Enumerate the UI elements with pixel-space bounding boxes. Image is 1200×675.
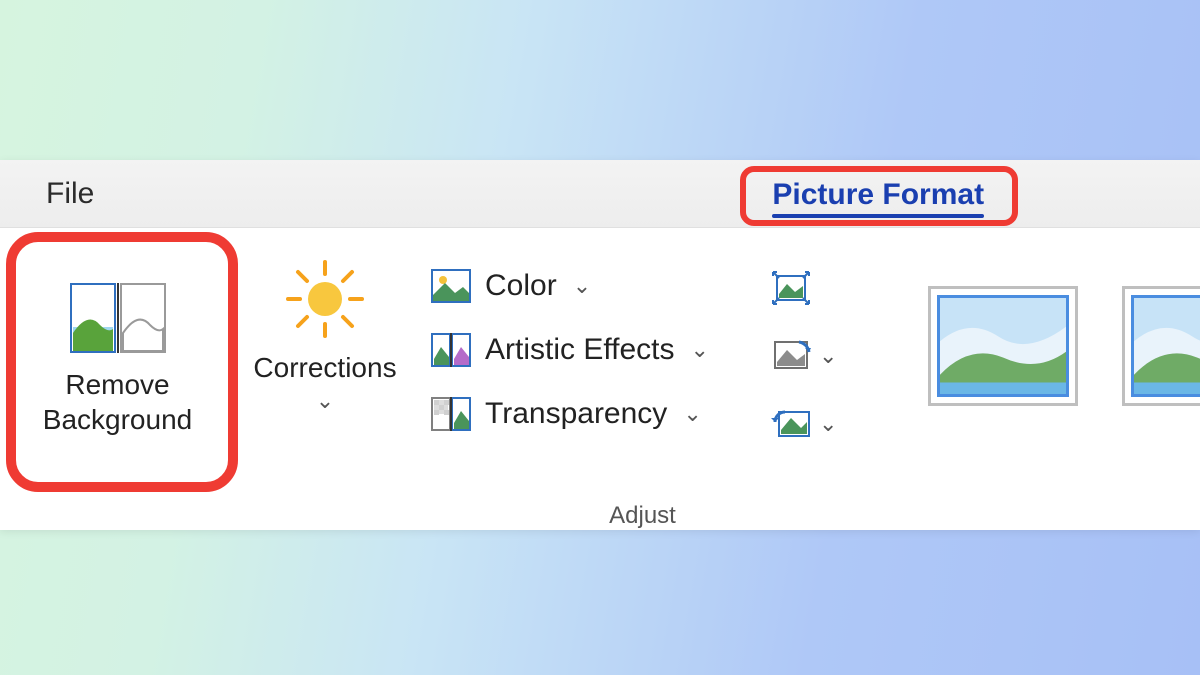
- chevron-down-icon: ⌄: [819, 343, 837, 369]
- artistic-effects-label: Artistic Effects: [485, 333, 675, 367]
- picture-color-icon: [431, 269, 471, 303]
- adjust-group-label: Adjust: [415, 502, 870, 530]
- picture-style-preview-icon: [937, 295, 1069, 397]
- chevron-down-icon: ⌄: [316, 388, 334, 414]
- reset-picture-icon: [771, 406, 811, 442]
- remove-background-label: Remove Background: [43, 367, 192, 437]
- sun-icon: [284, 258, 366, 340]
- change-picture-icon: [771, 338, 811, 374]
- picture-styles-gallery: [892, 240, 1200, 406]
- corrections-label: Corrections: [253, 352, 396, 384]
- color-button[interactable]: Color ⌄: [431, 262, 759, 310]
- group-remove-background: Remove Background: [0, 228, 235, 530]
- transparency-label: Transparency: [485, 397, 667, 431]
- chevron-down-icon: ⌄: [691, 337, 709, 363]
- ribbon-body: Remove Background: [0, 228, 1200, 530]
- picture-style-preview-icon: [1131, 295, 1200, 397]
- chevron-down-icon: ⌄: [573, 273, 591, 299]
- adjust-stack: Color ⌄ Artistic Effects ⌄: [425, 240, 765, 438]
- artistic-effects-button[interactable]: Artistic Effects ⌄: [431, 326, 759, 374]
- corrections-button[interactable]: Corrections ⌄: [240, 240, 410, 414]
- remove-background-icon: [70, 283, 166, 353]
- tab-picture-format-label: Picture Format: [772, 178, 984, 211]
- remove-background-button[interactable]: Remove Background: [10, 240, 225, 480]
- tab-file[interactable]: File: [28, 169, 112, 219]
- tab-bar: File Picture Format: [0, 160, 1200, 228]
- change-picture-button[interactable]: ⌄: [771, 334, 837, 378]
- adjust-tools: ⌄ ⌄: [765, 240, 860, 446]
- transparency-button[interactable]: Transparency ⌄: [431, 390, 759, 438]
- ribbon: File Picture Format: [0, 160, 1200, 530]
- group-picture-styles: [882, 228, 1200, 530]
- color-label: Color: [485, 269, 557, 303]
- artistic-effects-icon: [431, 333, 471, 367]
- chevron-down-icon: ⌄: [819, 411, 837, 437]
- chevron-down-icon: ⌄: [683, 401, 701, 427]
- compress-pictures-icon: [771, 270, 811, 306]
- reset-picture-button[interactable]: ⌄: [771, 402, 837, 446]
- group-corrections: Corrections ⌄: [235, 228, 415, 530]
- picture-style-item[interactable]: [928, 286, 1078, 406]
- picture-style-item[interactable]: [1122, 286, 1200, 406]
- transparency-icon: [431, 397, 471, 431]
- compress-pictures-button[interactable]: [771, 266, 811, 310]
- group-adjust: Color ⌄ Artistic Effects ⌄: [415, 228, 870, 530]
- tab-picture-format[interactable]: Picture Format: [752, 172, 1004, 216]
